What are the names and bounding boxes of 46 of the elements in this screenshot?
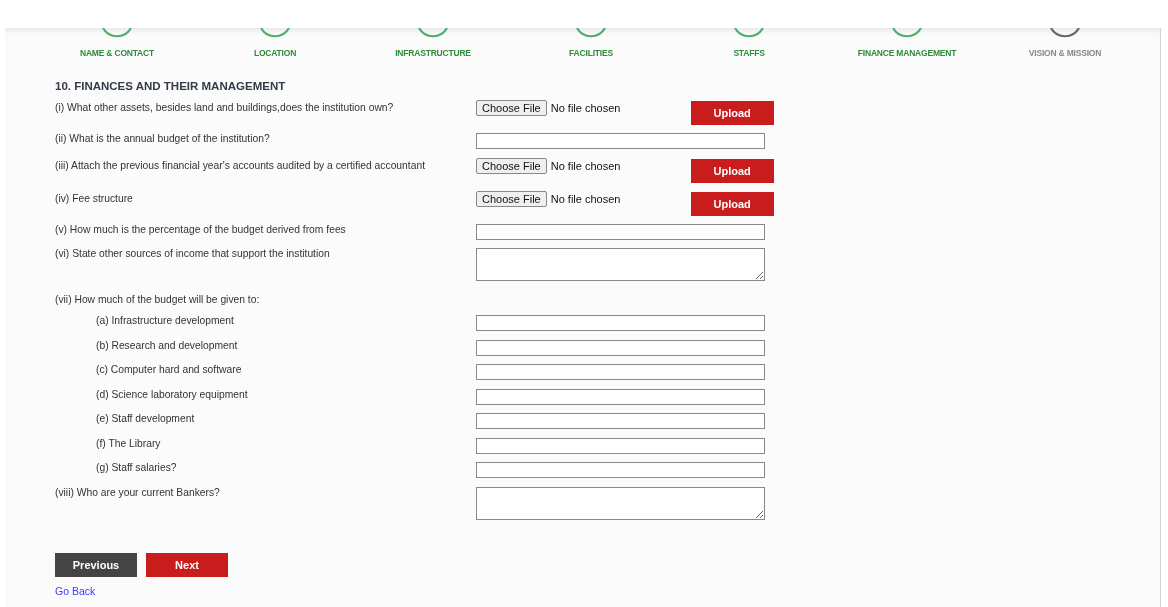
choose-file-button[interactable]: Choose File <box>476 190 547 207</box>
upload-button[interactable]: Upload <box>690 191 774 216</box>
input-field[interactable] <box>476 388 765 405</box>
step-label[interactable]: LOCATION <box>253 48 297 58</box>
upload-button[interactable]: Upload <box>690 158 774 183</box>
upload-button[interactable]: Upload <box>690 101 774 125</box>
question-label: (a) Infrastructure development <box>95 315 235 326</box>
input-field[interactable] <box>476 339 765 356</box>
next-button[interactable]: Next <box>146 552 228 577</box>
step-label[interactable]: INFRASTRUCTURE <box>395 48 471 58</box>
question-label: (f) The Library <box>95 437 162 449</box>
text-area[interactable] <box>476 248 765 281</box>
file-status: No file chosen <box>550 102 622 114</box>
question-label: (b) Research and development <box>95 339 239 351</box>
file-status: No file chosen <box>550 159 622 172</box>
input-field[interactable] <box>476 413 765 429</box>
previous-button[interactable]: Previous <box>55 552 137 577</box>
step-label[interactable]: STAFFS <box>733 48 765 58</box>
question-label: (i) What other assets, besides land and buildings,does the institution own? <box>55 102 395 113</box>
input-field[interactable] <box>476 364 765 380</box>
text-area[interactable] <box>476 486 765 520</box>
input-field[interactable] <box>476 437 765 454</box>
question-label: (e) Staff development <box>95 413 196 424</box>
go-back-link[interactable]: Go Back <box>55 584 96 597</box>
question-label: (v) How much is the percentage of the budget derived from fees <box>55 223 347 235</box>
step-label[interactable]: FACILITIES <box>569 48 613 58</box>
choose-file-button[interactable]: Choose File <box>476 157 547 174</box>
step-label[interactable]: VISION & MISSION <box>1028 48 1102 58</box>
question-label: (vii) How much of the budget will be given to: <box>55 294 261 305</box>
question-label: (vi) State other sources of income that support the institution <box>55 248 331 259</box>
input-field[interactable] <box>476 223 765 240</box>
input-field[interactable] <box>476 462 765 478</box>
question-label: (g) Staff salaries? <box>95 462 178 473</box>
step-label[interactable]: NAME & CONTACT <box>80 48 154 58</box>
question-label: (d) Science laboratory equipment <box>95 388 249 400</box>
choose-file-button[interactable]: Choose File <box>476 100 547 116</box>
input-field[interactable] <box>476 133 765 149</box>
question-label: (iii) Attach the previous financial year's accounts audited by a certified accountant <box>55 159 426 171</box>
section-title: 10. FINANCES AND THEIR MANAGEMENT <box>55 80 287 94</box>
file-status: No file chosen <box>550 192 622 205</box>
question-label: (viii) Who are your current Bankers? <box>55 486 221 498</box>
question-label: (c) Computer hard and software <box>95 364 243 375</box>
step-label[interactable]: FINANCE MANAGEMENT <box>857 48 957 58</box>
input-field[interactable] <box>476 315 765 331</box>
question-label: (iv) Fee structure <box>55 192 134 204</box>
question-label: (ii) What is the annual budget of the institution? <box>55 133 271 144</box>
